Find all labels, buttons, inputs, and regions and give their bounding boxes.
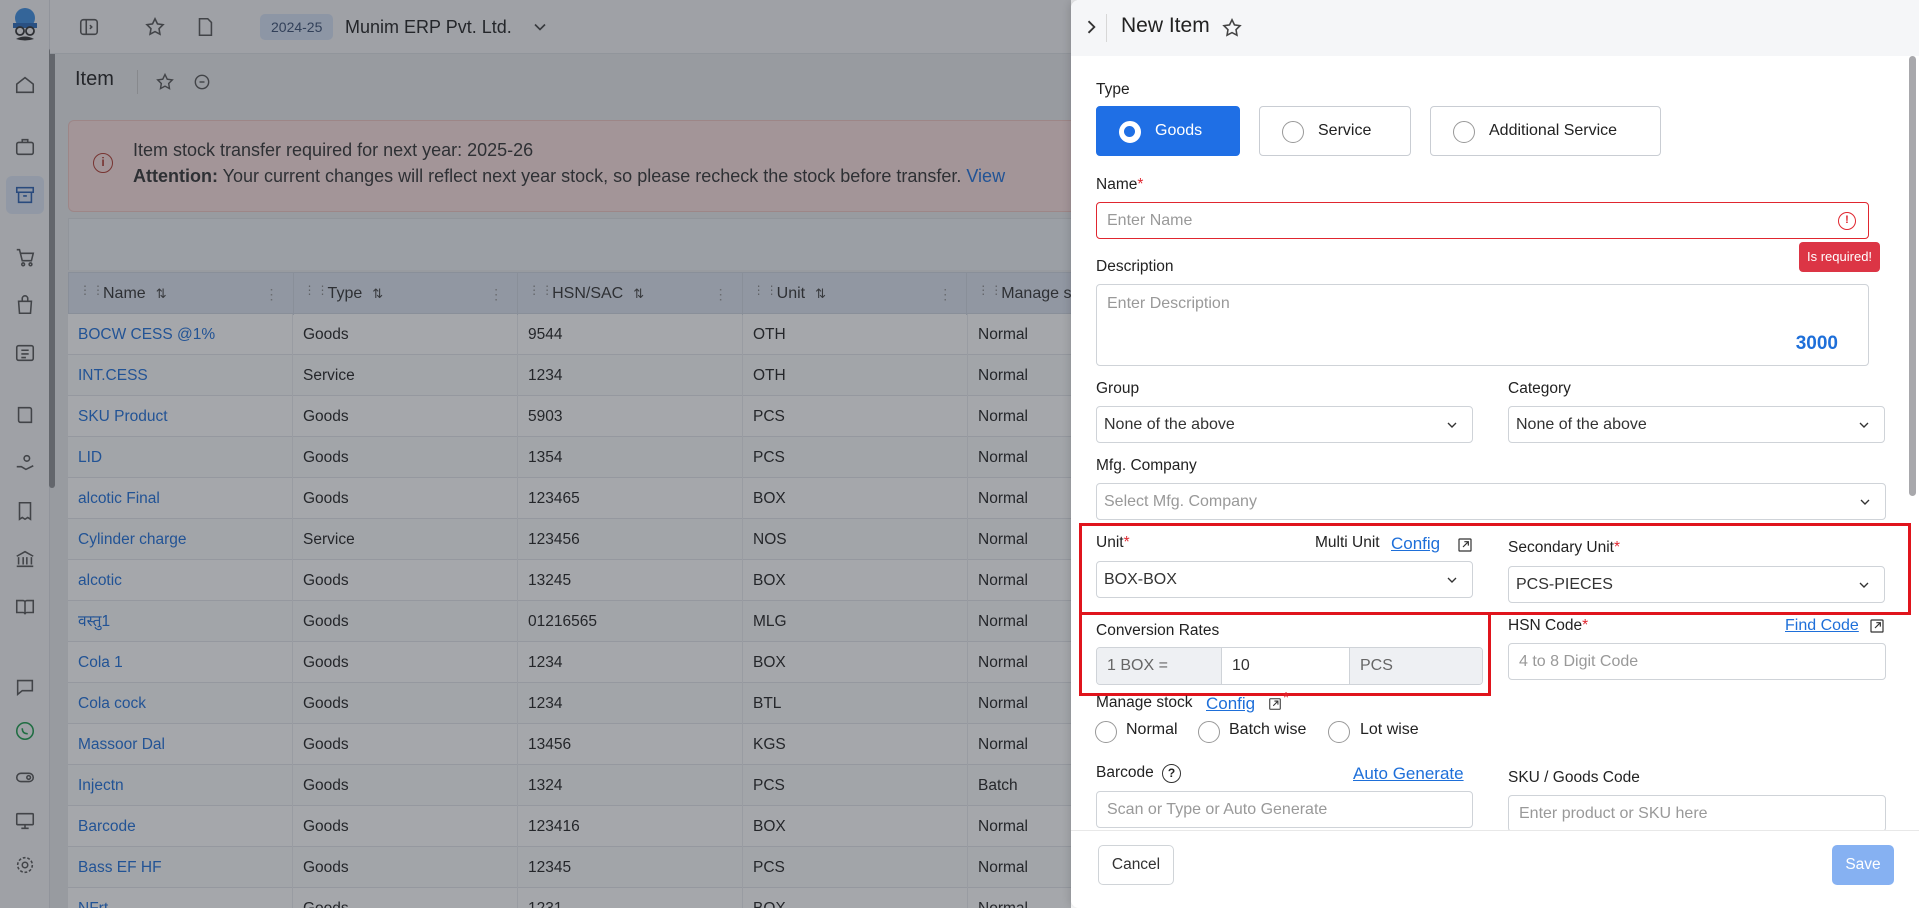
manage-stock-option-label: Batch wise [1229, 721, 1307, 738]
mfg-company-select[interactable]: Select Mfg. Company [1096, 483, 1886, 520]
external-link-icon[interactable] [1268, 697, 1282, 711]
secondary-unit-value: PCS-PIECES [1516, 576, 1613, 593]
secondary-unit-label: Secondary Unit* [1508, 539, 1620, 557]
drawer-scrollbar[interactable] [1909, 56, 1916, 496]
star-icon[interactable] [1221, 17, 1243, 39]
required-asterisk: * [1283, 690, 1290, 707]
required-asterisk: * [1137, 176, 1144, 193]
error-icon: ! [1838, 212, 1856, 230]
description-placeholder: Enter Description [1107, 295, 1230, 312]
category-value: None of the above [1516, 416, 1647, 433]
sku-label: SKU / Goods Code [1508, 769, 1640, 786]
conversion-rate-group: 1 BOX = 10 PCS [1096, 647, 1483, 685]
multi-unit-config-link[interactable]: Config [1391, 534, 1440, 554]
drawer-title: New Item [1121, 14, 1210, 37]
new-item-drawer: New Item Type Goods Service Additional S… [1071, 0, 1919, 908]
additional-service-radio[interactable] [1453, 121, 1475, 143]
chevron-down-icon [1444, 407, 1460, 446]
name-label-text: Name [1096, 176, 1138, 193]
type-option-label: Additional Service [1489, 122, 1618, 139]
secondary-unit-label-text: Secondary Unit [1508, 539, 1614, 556]
type-option-label: Service [1318, 122, 1372, 139]
hsn-code-input[interactable]: 4 to 8 Digit Code [1508, 643, 1886, 680]
type-option-label: Goods [1155, 122, 1203, 139]
manage-stock-option-label: Lot wise [1360, 721, 1419, 738]
category-label: Category [1508, 380, 1571, 397]
unit-value: BOX-BOX [1104, 571, 1177, 588]
goods-radio[interactable] [1119, 121, 1141, 143]
unit-label-text: Unit [1096, 534, 1124, 551]
name-placeholder: Enter Name [1107, 212, 1193, 229]
barcode-input[interactable]: Scan or Type or Auto Generate [1096, 791, 1473, 828]
name-input[interactable]: Enter Name ! [1096, 202, 1869, 239]
manage-stock-lot-radio[interactable] [1328, 721, 1350, 743]
multi-unit-label: Multi Unit [1315, 534, 1380, 551]
manage-stock-label: Manage stock [1096, 694, 1193, 711]
conversion-rates-label: Conversion Rates [1096, 622, 1220, 639]
service-radio[interactable] [1282, 121, 1304, 143]
conversion-rate-input[interactable]: 10 [1222, 648, 1350, 684]
unit-label: Unit* [1096, 534, 1130, 552]
type-option-goods[interactable]: Goods [1096, 106, 1240, 156]
chevron-down-icon [1857, 484, 1873, 523]
unit-select[interactable]: BOX-BOX [1096, 561, 1473, 598]
sku-input[interactable]: Enter product or SKU here [1508, 795, 1886, 832]
mfg-company-placeholder: Select Mfg. Company [1104, 493, 1257, 510]
auto-generate-link[interactable]: Auto Generate [1353, 764, 1464, 784]
name-error-badge: Is required! [1799, 242, 1881, 272]
name-label: Name* [1096, 176, 1143, 194]
header-separator [1106, 14, 1107, 42]
cancel-button[interactable]: Cancel [1098, 845, 1174, 885]
chevron-down-icon [1856, 567, 1872, 606]
secondary-unit-select[interactable]: PCS-PIECES [1508, 566, 1885, 603]
help-icon[interactable]: ? [1162, 764, 1181, 783]
manage-stock-batch-radio[interactable] [1198, 721, 1220, 743]
required-asterisk: * [1613, 539, 1621, 556]
manage-stock-config-link[interactable]: Config [1206, 694, 1255, 714]
modal-overlay[interactable] [0, 0, 1071, 908]
external-link-icon[interactable] [1869, 618, 1885, 634]
description-char-counter: 3000 [1795, 333, 1838, 354]
conversion-base-unit: 1 BOX = [1097, 648, 1222, 684]
drawer-header: New Item [1071, 0, 1919, 56]
group-label: Group [1096, 380, 1140, 397]
collapse-chevron-icon[interactable] [1081, 17, 1101, 39]
chevron-down-icon [1856, 407, 1872, 446]
manage-stock-option-label: Normal [1126, 721, 1178, 738]
group-value: None of the above [1104, 416, 1235, 433]
group-select[interactable]: None of the above [1096, 406, 1473, 443]
drawer-footer [1071, 830, 1919, 908]
required-asterisk: * [1123, 534, 1130, 551]
mfg-company-label: Mfg. Company [1096, 457, 1197, 474]
category-select[interactable]: None of the above [1508, 406, 1885, 443]
description-label: Description [1096, 258, 1174, 275]
type-option-service[interactable]: Service [1259, 106, 1411, 156]
type-label: Type [1096, 81, 1130, 98]
hsn-code-label-text: HSN Code [1508, 617, 1583, 634]
hsn-code-label: HSN Code* [1508, 617, 1588, 635]
type-option-additional-service[interactable]: Additional Service [1430, 106, 1661, 156]
save-button[interactable]: Save [1832, 845, 1894, 885]
description-textarea[interactable]: Enter Description 3000 [1096, 284, 1869, 366]
barcode-label: Barcode [1096, 764, 1154, 781]
external-link-icon[interactable] [1457, 537, 1473, 553]
chevron-down-icon [1444, 562, 1460, 601]
find-code-link[interactable]: Find Code [1785, 617, 1859, 635]
conversion-target-unit: PCS [1350, 648, 1482, 684]
manage-stock-normal-radio[interactable] [1095, 721, 1117, 743]
required-asterisk: * [1582, 617, 1589, 634]
